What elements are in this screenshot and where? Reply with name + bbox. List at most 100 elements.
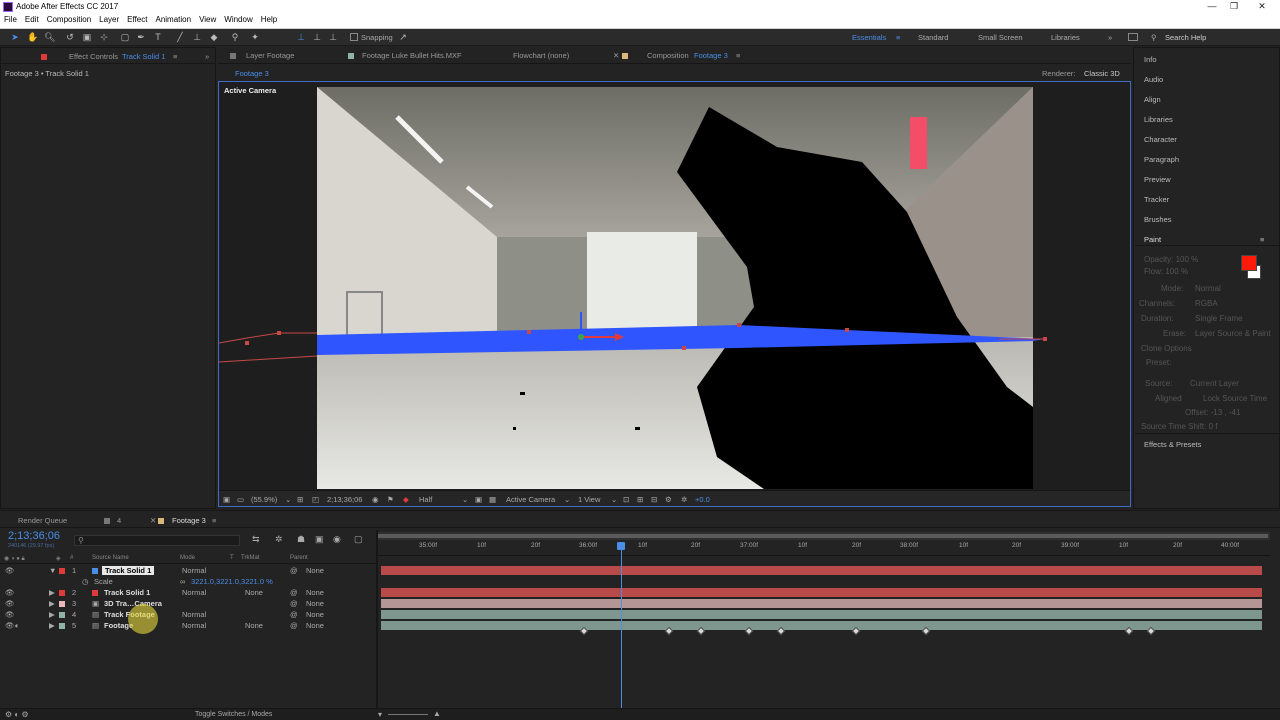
composition-tab-lock-icon[interactable]: ✕ xyxy=(613,51,619,60)
region-of-interest-icon[interactable]: ▣ xyxy=(475,495,482,504)
fast-previews-icon[interactable]: ⊞ xyxy=(637,495,643,504)
effect-controls-tab-layer[interactable]: Track Solid 1 xyxy=(122,52,166,61)
tab-footage[interactable]: Footage Luke Bullet Hits.MXF xyxy=(362,51,462,60)
menu-view[interactable]: View xyxy=(195,14,220,25)
parent-pickwhip-icon[interactable]: @ xyxy=(290,599,298,608)
paint-menu-icon[interactable]: ≡ xyxy=(1260,235,1264,244)
layer-row[interactable]: 👁︎ ▶ 4 ▤ Track Footage Normal @ None xyxy=(0,609,376,620)
workspace-libraries[interactable]: Libraries xyxy=(1051,33,1080,42)
workspace-standard[interactable]: Standard xyxy=(918,33,948,42)
layer-row[interactable]: 👁︎ 🔈︎ ▶ 5 ▤ Footage Normal None @ None xyxy=(0,620,376,631)
label-color-swatch[interactable] xyxy=(59,623,65,629)
visibility-eye-icon[interactable]: 👁︎ xyxy=(5,588,15,597)
layer-name[interactable]: Track Solid 1 xyxy=(102,566,155,575)
clone-offset[interactable]: Offset: -13 , -41 xyxy=(1185,408,1240,417)
current-time-display[interactable]: 2;13;36;06 xyxy=(8,530,60,542)
panel-align[interactable]: Align xyxy=(1144,95,1161,104)
layer-mode-dropdown[interactable]: Normal xyxy=(182,588,206,597)
zoom-tool-icon[interactable]: 🔍︎ xyxy=(44,32,55,42)
flowchart-icon[interactable]: ⚙ xyxy=(665,495,672,504)
eraser-tool-icon[interactable]: ◆ xyxy=(209,32,219,42)
twirl-right-icon[interactable]: ▶ xyxy=(49,621,55,630)
show-snapshot-icon[interactable]: ⚑ xyxy=(387,495,394,504)
parent-pickwhip-icon[interactable]: @ xyxy=(290,610,298,619)
workspace-menu-icon[interactable]: ≡ xyxy=(896,33,900,42)
composition-frame[interactable] xyxy=(317,87,1033,489)
sync-settings-icon[interactable] xyxy=(1128,33,1138,41)
close-tab-icon[interactable]: ✕ xyxy=(150,516,156,525)
magnification-dropdown[interactable]: (55.9%) xyxy=(251,495,277,504)
track-solid-overlay[interactable] xyxy=(219,312,1132,372)
search-help-input[interactable]: Search Help xyxy=(1165,33,1206,42)
paint-mode-dropdown[interactable]: Normal xyxy=(1195,284,1221,293)
clone-aligned-checkbox[interactable]: Aligned xyxy=(1155,394,1182,403)
camera-view-dropdown[interactable]: Active Camera xyxy=(506,495,555,504)
toggle-switches-modes[interactable]: Toggle Switches / Modes xyxy=(195,711,272,718)
menu-effect[interactable]: Effect xyxy=(123,14,151,25)
label-color-swatch[interactable] xyxy=(59,568,65,574)
foreground-color-swatch[interactable] xyxy=(1241,255,1257,271)
panel-effects-presets[interactable]: Effects & Presets xyxy=(1144,440,1201,449)
panel-paragraph[interactable]: Paragraph xyxy=(1144,155,1179,164)
paint-channels-dropdown[interactable]: RGBA xyxy=(1195,299,1218,308)
menu-animation[interactable]: Animation xyxy=(151,14,195,25)
layer-name[interactable]: Track Solid 1 xyxy=(104,588,150,597)
tab-flowchart[interactable]: Flowchart (none) xyxy=(513,51,569,60)
paint-erase-dropdown[interactable]: Layer Source & Paint xyxy=(1195,329,1271,338)
source-name-header[interactable]: Source Name xyxy=(92,555,129,561)
pan-behind-tool-icon[interactable]: ⊹ xyxy=(99,32,109,42)
snapping-checkbox[interactable] xyxy=(350,33,358,41)
twirl-down-icon[interactable]: ▼ xyxy=(49,566,56,575)
label-color-swatch[interactable] xyxy=(59,601,65,607)
maximize-button[interactable]: ❐ xyxy=(1224,1,1244,13)
rotate-tool-icon[interactable]: ↺ xyxy=(65,32,75,42)
transparency-grid-icon[interactable]: ▦ xyxy=(489,495,496,504)
view-layout-dropdown[interactable]: 1 View xyxy=(578,495,600,504)
visibility-eye-icon[interactable]: 👁︎ xyxy=(5,599,15,608)
roto-brush-tool-icon[interactable]: ⚲ xyxy=(230,32,240,42)
panel-paint[interactable]: Paint xyxy=(1144,235,1161,244)
source-time-shift[interactable]: Source Time Shift: 0 f xyxy=(1141,422,1217,431)
grid-overlay-icon[interactable]: ⊞ xyxy=(297,495,303,504)
local-axis-mode-icon[interactable]: ⊥ xyxy=(296,32,306,42)
work-area-bar[interactable] xyxy=(378,532,1270,540)
paint-duration-dropdown[interactable]: Single Frame xyxy=(1195,314,1243,323)
snapshot-camera-icon[interactable]: ◉ xyxy=(372,495,379,504)
always-preview-icon[interactable]: ▣ xyxy=(223,495,230,504)
world-axis-mode-icon[interactable]: ⊥ xyxy=(312,32,322,42)
panel-brushes[interactable]: Brushes xyxy=(1144,215,1172,224)
viewer-timecode[interactable]: 2;13;36;06 xyxy=(327,495,362,504)
timeline-zoom-slider[interactable] xyxy=(388,714,428,715)
panel-libraries[interactable]: Libraries xyxy=(1144,115,1173,124)
layer-row[interactable]: 👁︎ ▶ 3 ▣ 3D Tra…Camera @ None xyxy=(0,598,376,609)
panel-character[interactable]: Character xyxy=(1144,135,1177,144)
layer-mode-dropdown[interactable]: Normal xyxy=(182,566,206,575)
visibility-eye-icon[interactable]: 👁︎ xyxy=(5,566,15,575)
layer-bar-1[interactable] xyxy=(381,566,1262,575)
snap-options-icon[interactable]: ↗ xyxy=(398,32,408,42)
menu-edit[interactable]: Edit xyxy=(21,14,43,25)
menu-composition[interactable]: Composition xyxy=(43,14,95,25)
view-axis-mode-icon[interactable]: ⊥ xyxy=(328,32,338,42)
frame-blending-icon[interactable]: ▣ xyxy=(315,534,324,545)
layer-row[interactable]: 👁︎ ▶ 2 Track Solid 1 Normal None @ None xyxy=(0,587,376,598)
menu-file[interactable]: File xyxy=(0,14,21,25)
layer-bar-4[interactable] xyxy=(381,610,1262,619)
graph-editor-icon[interactable]: ▢ xyxy=(354,534,363,545)
clone-source-dropdown[interactable]: Current Layer xyxy=(1190,379,1239,388)
resolution-dropdown[interactable]: Half xyxy=(419,495,432,504)
current-time-indicator[interactable] xyxy=(617,542,625,550)
more-workspaces-icon[interactable]: » xyxy=(1108,33,1112,42)
panel-audio[interactable]: Audio xyxy=(1144,75,1163,84)
parent-dropdown[interactable]: None xyxy=(306,599,324,608)
label-color-swatch[interactable] xyxy=(59,590,65,596)
expand-panels-icon[interactable]: » xyxy=(205,52,209,61)
parent-pickwhip-icon[interactable]: @ xyxy=(290,621,298,630)
twirl-right-icon[interactable]: ▶ xyxy=(49,588,55,597)
comp-mini-flowchart-icon[interactable]: ⇆ xyxy=(252,534,260,545)
trkmat-dropdown[interactable]: None xyxy=(245,588,263,597)
mask-visibility-icon[interactable]: ◰ xyxy=(312,495,319,504)
clone-stamp-tool-icon[interactable]: ⊥ xyxy=(192,32,202,42)
puppet-tool-icon[interactable]: ✦ xyxy=(250,32,260,42)
parent-dropdown[interactable]: None xyxy=(306,566,324,575)
